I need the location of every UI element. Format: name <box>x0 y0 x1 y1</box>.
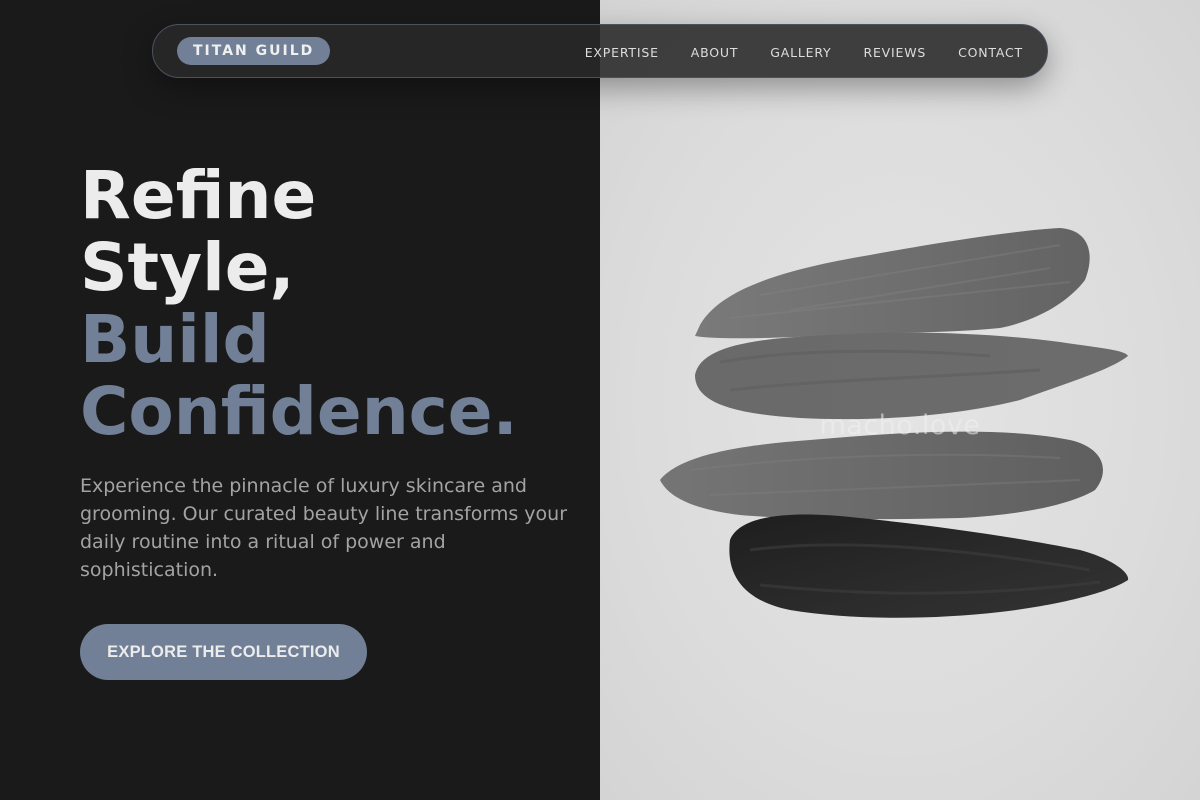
hero-heading-line-3: Build <box>80 301 270 378</box>
hero-description: Experience the pinnacle of luxury skinca… <box>80 475 568 581</box>
nav-link-expertise[interactable]: EXPERTISE <box>585 45 659 60</box>
nav-link-about[interactable]: ABOUT <box>691 45 739 60</box>
nav-link-reviews[interactable]: REVIEWS <box>863 45 926 60</box>
nav-links: EXPERTISE ABOUT GALLERY REVIEWS CONTACT <box>585 25 1023 79</box>
hero-heading-line-2: Style, <box>80 229 295 306</box>
brand-logo[interactable]: TITAN GUILD <box>177 37 331 65</box>
nav-link-gallery[interactable]: GALLERY <box>770 45 831 60</box>
hero-heading-line-1: Refine <box>80 157 317 234</box>
explore-collection-button[interactable]: EXPLORE THE COLLECTION <box>80 624 367 680</box>
hero-heading-line-4: Confidence. <box>80 373 518 450</box>
top-navbar: TITAN GUILD EXPERTISE ABOUT GALLERY REVI… <box>152 24 1048 78</box>
hero-heading: Refine Style, Build Confidence. <box>80 160 590 448</box>
nav-link-contact[interactable]: CONTACT <box>958 45 1023 60</box>
watermark-text: macho.love <box>819 410 981 441</box>
